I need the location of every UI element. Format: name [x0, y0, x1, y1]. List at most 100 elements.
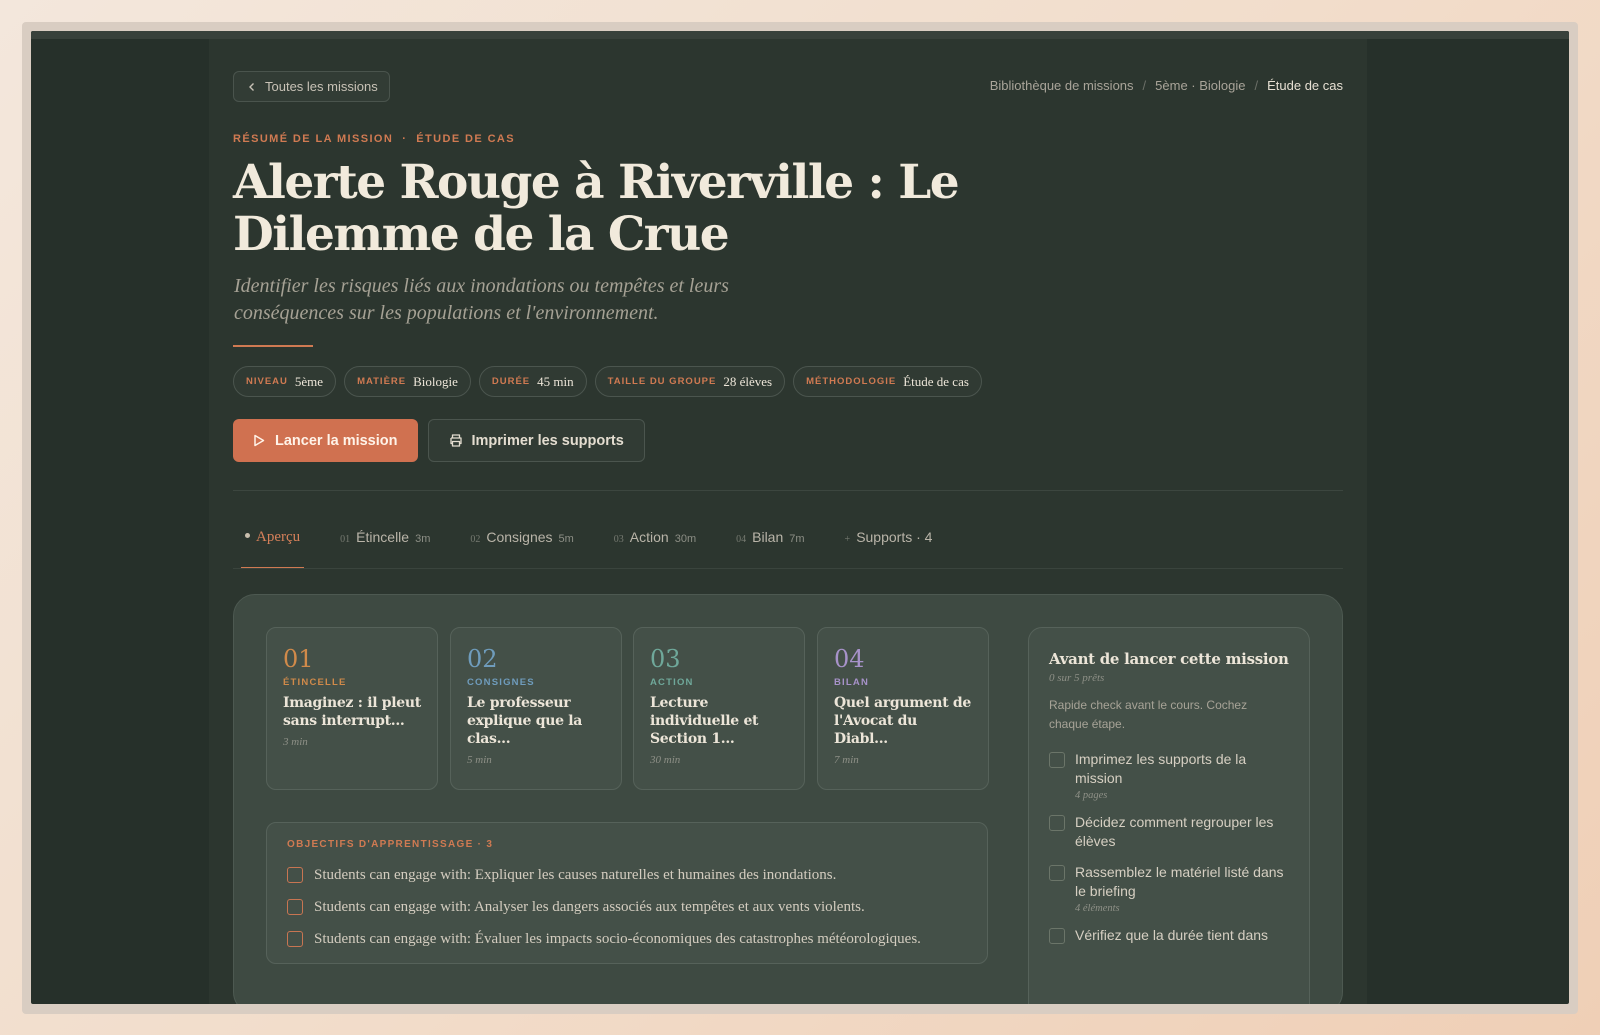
- objective-text: Students can engage with: Évaluer les im…: [314, 930, 921, 947]
- tab-label: Aperçu: [256, 529, 301, 545]
- back-to-missions-button[interactable]: Toutes les missions: [233, 71, 390, 102]
- chip-key: MÉTHODOLOGIE: [806, 376, 897, 387]
- objective-item: Students can engage with: Expliquer les …: [287, 859, 967, 891]
- stage-card-bilan[interactable]: 04 BILAN Quel argument de l'Avocat du Di…: [817, 627, 989, 790]
- objective-text: Students can engage with: Analyser les d…: [314, 898, 865, 915]
- mission-actions: Lancer la mission Imprimer les supports: [233, 419, 645, 462]
- breadcrumb: Bibliothèque de missions / 5ème · Biolog…: [990, 78, 1343, 93]
- checklist-item[interactable]: Décidez comment regrouper les élèves: [1049, 813, 1289, 851]
- tab-duration: 5m: [558, 533, 574, 545]
- chip-key: NIVEAU: [246, 376, 288, 387]
- chip-key: MATIÈRE: [357, 376, 407, 387]
- checklist-item-text: Vérifiez que la durée tient dans: [1075, 927, 1269, 943]
- breadcrumb-separator: /: [1254, 78, 1259, 93]
- checklist-item-note: 4 pages: [1075, 790, 1108, 801]
- tab-duration: 30m: [674, 533, 697, 545]
- tab-number: 01: [340, 534, 351, 545]
- back-label: Toutes les missions: [265, 79, 378, 94]
- stage-number: 02: [467, 645, 498, 673]
- objective-text: Students can engage with: Expliquer les …: [314, 866, 837, 883]
- tab-number: 03: [613, 534, 624, 545]
- app-window: Toutes les missions Bibliothèque de miss…: [31, 31, 1569, 1004]
- meta-chip-level: NIVEAU 5ème: [233, 366, 337, 397]
- tab-label: Supports · 4: [856, 529, 933, 545]
- tab-supports[interactable]: + Supports · 4: [841, 529, 937, 569]
- objective-checkbox[interactable]: [287, 867, 303, 883]
- tab-bilan[interactable]: 04 Bilan 7m: [732, 529, 808, 569]
- checklist-checkbox[interactable]: [1049, 865, 1065, 881]
- breadcrumb-separator: /: [1142, 78, 1147, 93]
- stage-text: Lecture individuelle et Section 1...: [650, 695, 759, 747]
- launch-mission-button[interactable]: Lancer la mission: [233, 419, 418, 462]
- stage-card-consignes[interactable]: 02 CONSIGNES Le professeur explique que …: [450, 627, 622, 790]
- stage-label: CONSIGNES: [467, 677, 535, 688]
- stage-label: ACTION: [650, 677, 694, 688]
- stage-time: 7 min: [834, 754, 859, 766]
- checklist-checkbox[interactable]: [1049, 815, 1065, 831]
- chevron-left-icon: [249, 82, 254, 91]
- tab-label: Action: [629, 529, 669, 545]
- stage-label: BILAN: [834, 677, 870, 688]
- breadcrumb-library[interactable]: Bibliothèque de missions: [990, 78, 1134, 93]
- meta-chip-subject: MATIÈRE Biologie: [344, 366, 471, 397]
- checklist-checkbox[interactable]: [1049, 928, 1065, 944]
- tab-label: Bilan: [752, 529, 784, 545]
- objectives-title: OBJECTIFS D'APPRENTISSAGE · 3: [287, 839, 494, 850]
- checklist-title: Avant de lancer cette mission: [1049, 650, 1289, 668]
- mission-title: Alerte Rouge à Riverville : Le Dilemme d…: [233, 155, 960, 262]
- stage-card-action[interactable]: 03 ACTION Lecture individuelle et Sectio…: [633, 627, 805, 790]
- checklist-item-text: Rassemblez le matériel listé dans le bri…: [1075, 864, 1284, 899]
- stage-time: 5 min: [467, 754, 492, 766]
- checklist-item[interactable]: Rassemblez le matériel listé dans le bri…: [1049, 863, 1289, 914]
- mission-meta: NIVEAU 5ème MATIÈRE Biologie DURÉE 45 min T…: [233, 366, 982, 397]
- breadcrumb-level-subject[interactable]: 5ème · Biologie: [1155, 78, 1245, 93]
- objective-checkbox[interactable]: [287, 931, 303, 947]
- stage-label: ÉTINCELLE: [283, 677, 347, 688]
- tab-number: 02: [470, 534, 481, 545]
- pre-launch-checklist: Avant de lancer cette mission 0 sur 5 pr…: [1028, 627, 1310, 1004]
- active-dot-icon: [245, 533, 250, 538]
- chip-key: DURÉE: [491, 376, 531, 387]
- mission-page: Toutes les missions Bibliothèque de miss…: [209, 39, 1367, 1004]
- checklist-description: Rapide check avant le cours. Cochez chaq…: [1049, 698, 1248, 731]
- chip-value: 28 élèves: [723, 373, 773, 389]
- objective-item: Students can engage with: Analyser les d…: [287, 891, 967, 923]
- overview-panel: 01 ÉTINCELLE Imaginez : il pleut sans in…: [233, 594, 1343, 1004]
- stage-number: 03: [650, 645, 681, 673]
- checklist-item-text: Décidez comment regrouper les élèves: [1075, 814, 1274, 849]
- chip-value: Biologie: [413, 373, 458, 389]
- checklist-checkbox[interactable]: [1049, 752, 1065, 768]
- meta-chip-duration: DURÉE 45 min: [478, 366, 587, 397]
- tab-etincelle[interactable]: 01 Étincelle 3m: [336, 529, 434, 569]
- breadcrumb-current: Étude de cas: [1267, 78, 1343, 93]
- accent-divider: [233, 345, 313, 347]
- checklist-item-note: 4 éléments: [1075, 903, 1120, 914]
- tab-consignes[interactable]: 02 Consignes 5m: [466, 529, 577, 569]
- print-supports-button[interactable]: Imprimer les supports: [427, 419, 645, 462]
- chip-key: TAILLE DU GROUPE: [607, 376, 717, 387]
- section-divider: [233, 490, 1343, 491]
- checklist-progress: 0 sur 5 prêts: [1049, 672, 1105, 684]
- meta-chip-methodology: MÉTHODOLOGIE Étude de cas: [793, 366, 982, 397]
- chip-value: 5ème: [294, 373, 324, 389]
- tab-action[interactable]: 03 Action 30m: [610, 529, 700, 569]
- launch-label: Lancer la mission: [275, 432, 398, 449]
- stage-number: 01: [283, 645, 314, 673]
- mission-subtitle: Identifier les risques liés aux inondati…: [234, 275, 729, 324]
- window-top-bar: [31, 31, 1569, 39]
- checklist-item[interactable]: Vérifiez que la durée tient dans: [1049, 926, 1289, 945]
- tabs-underline: [233, 568, 1343, 569]
- chip-value: 45 min: [537, 373, 574, 389]
- stage-card-etincelle[interactable]: 01 ÉTINCELLE Imaginez : il pleut sans in…: [266, 627, 438, 790]
- objective-checkbox[interactable]: [287, 899, 303, 915]
- checklist-item[interactable]: Imprimez les supports de la mission 4 pag…: [1049, 750, 1289, 801]
- stage-text: Imaginez : il pleut sans interrupt...: [283, 695, 421, 729]
- tab-duration: 7m: [789, 533, 805, 545]
- meta-chip-group-size: TAILLE DU GROUPE 28 élèves: [594, 366, 786, 397]
- stage-text: Le professeur explique que la clas...: [467, 695, 583, 747]
- objective-item: Students can engage with: Évaluer les im…: [287, 923, 967, 955]
- stage-time: 30 min: [650, 754, 681, 766]
- tab-label: Consignes: [486, 529, 553, 545]
- eyebrow-dot: ·: [402, 133, 408, 145]
- tab-apercu[interactable]: Aperçu: [241, 529, 305, 569]
